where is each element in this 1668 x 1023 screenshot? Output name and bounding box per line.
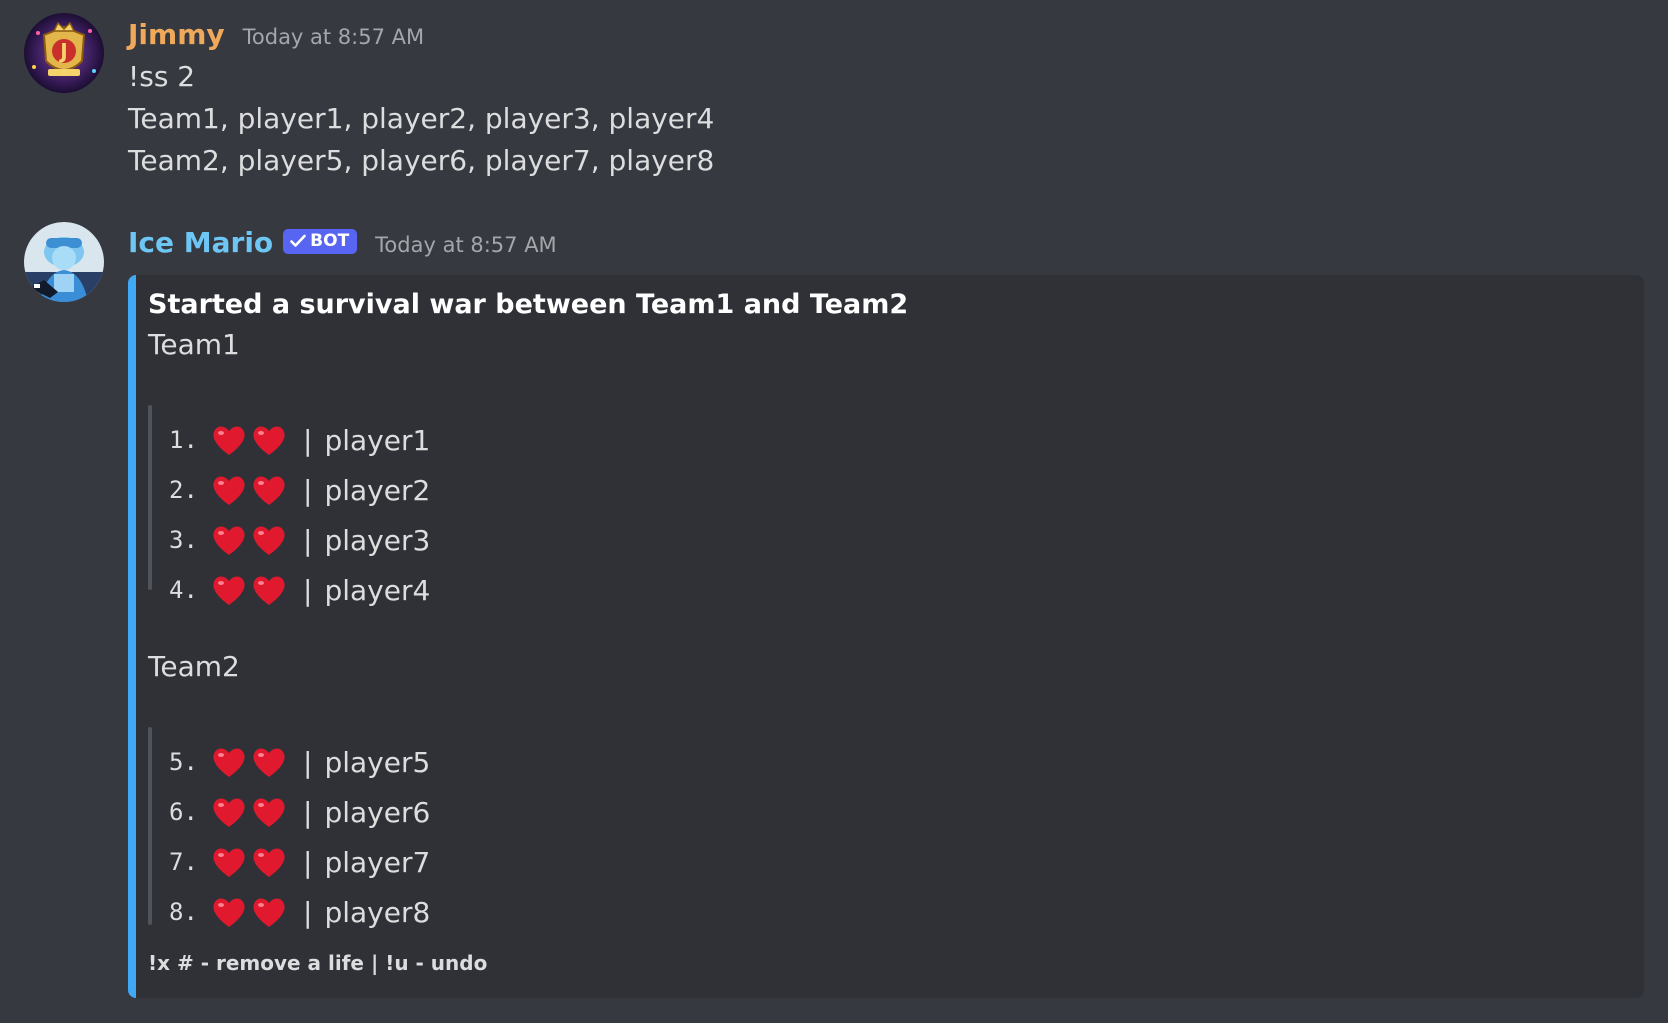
bot-badge-label: BOT — [310, 231, 350, 251]
lives-hearts — [211, 845, 289, 879]
lives-hearts — [211, 523, 289, 557]
player-row: 8. | player8 — [169, 887, 430, 937]
heart-icon — [213, 848, 245, 877]
separator: | — [303, 745, 313, 779]
player-name: player8 — [324, 895, 431, 929]
embed-footer: !x # - remove a life | !u - undo — [148, 951, 488, 975]
player-name: player2 — [324, 473, 431, 507]
lives-hearts — [211, 745, 289, 779]
heart-icon — [213, 476, 245, 505]
heart-icon — [213, 426, 245, 455]
heart-icon — [253, 748, 285, 777]
heart-icon — [213, 526, 245, 555]
blockquote-bar — [148, 405, 152, 590]
player-row: 4. | player4 — [169, 565, 430, 615]
crest-icon: J — [24, 13, 104, 93]
embed-accent-bar — [128, 275, 136, 998]
timestamp[interactable]: Today at 8:57 AM — [375, 233, 557, 257]
player-name: player7 — [324, 845, 431, 879]
heart-icon — [253, 848, 285, 877]
heart-icon — [253, 526, 285, 555]
separator: | — [303, 795, 313, 829]
lives-hearts — [211, 573, 289, 607]
separator: | — [303, 523, 313, 557]
player-number: 6. — [169, 798, 198, 826]
player-row: 3. | player3 — [169, 515, 430, 565]
player-number: 2. — [169, 476, 198, 504]
separator: | — [303, 573, 313, 607]
embed-content: Started a survival war between Team1 and… — [148, 275, 1624, 998]
player-name: player4 — [324, 573, 431, 607]
author-name[interactable]: Ice Mario — [128, 226, 273, 259]
heart-icon — [213, 576, 245, 605]
jimmy-avatar[interactable]: J — [24, 13, 104, 93]
embed-title: Started a survival war between Team1 and… — [148, 289, 909, 320]
separator: | — [303, 423, 313, 457]
embed: Started a survival war between Team1 and… — [128, 275, 1644, 998]
timestamp[interactable]: Today at 8:57 AM — [243, 25, 425, 49]
author-name[interactable]: Jimmy — [128, 18, 225, 51]
heart-icon — [253, 798, 285, 827]
player-row: 2. | player2 — [169, 465, 430, 515]
verified-check-icon — [290, 234, 306, 247]
heart-icon — [253, 898, 285, 927]
player-name: player1 — [324, 423, 431, 457]
player-number: 3. — [169, 526, 198, 554]
ice-mario-icon — [24, 222, 104, 302]
lives-hearts — [211, 423, 289, 457]
bot-badge: BOT — [283, 229, 358, 254]
heart-icon — [253, 576, 285, 605]
separator: | — [303, 473, 313, 507]
message-line: !ss 2 — [128, 60, 196, 93]
player-row: 7. | player7 — [169, 837, 430, 887]
player-name: player5 — [324, 745, 431, 779]
player-name: player6 — [324, 795, 431, 829]
lives-hearts — [211, 895, 289, 929]
lives-hearts — [211, 795, 289, 829]
player-number: 5. — [169, 748, 198, 776]
svg-text:J: J — [58, 39, 67, 63]
player-number: 1. — [169, 426, 198, 454]
player-number: 8. — [169, 898, 198, 926]
message-line: Team2, player5, player6, player7, player… — [128, 144, 715, 177]
heart-icon — [213, 798, 245, 827]
heart-icon — [253, 476, 285, 505]
team-name: Team2 — [148, 650, 240, 683]
heart-icon — [253, 426, 285, 455]
message-line: Team1, player1, player2, player3, player… — [128, 102, 715, 135]
player-row: 1. | player1 — [169, 415, 430, 465]
separator: | — [303, 845, 313, 879]
blockquote-bar — [148, 727, 152, 925]
lives-hearts — [211, 473, 289, 507]
player-row: 5. | player5 — [169, 737, 430, 787]
heart-icon — [213, 898, 245, 927]
player-row: 6. | player6 — [169, 787, 430, 837]
separator: | — [303, 895, 313, 929]
player-number: 4. — [169, 576, 198, 604]
team-name: Team1 — [148, 328, 240, 361]
player-name: player3 — [324, 523, 431, 557]
heart-icon — [213, 748, 245, 777]
ice-mario-avatar[interactable] — [24, 222, 104, 302]
player-number: 7. — [169, 848, 198, 876]
